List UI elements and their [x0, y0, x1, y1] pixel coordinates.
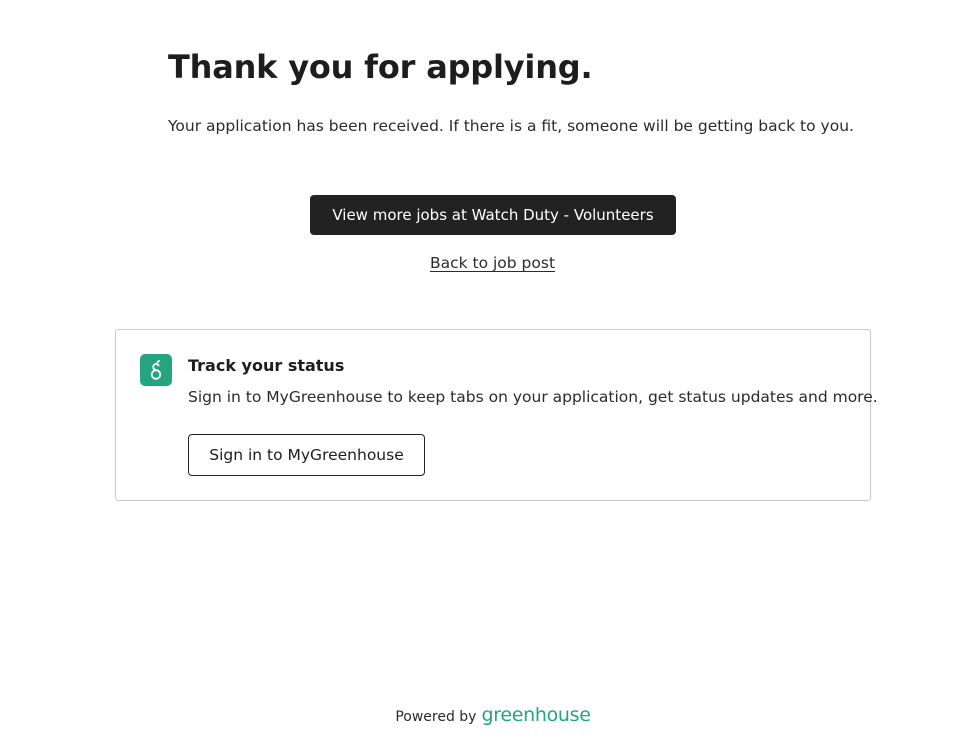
application-confirmation-page: Thank you for applying. Your application… — [0, 0, 971, 753]
footer: Powered by greenhouse — [0, 704, 971, 726]
confirmation-message: Your application has been received. If t… — [168, 117, 854, 135]
powered-by-label: Powered by — [395, 709, 477, 725]
greenhouse-logo-icon — [140, 354, 172, 386]
view-more-jobs-button[interactable]: View more jobs at Watch Duty - Volunteer… — [310, 195, 676, 235]
greenhouse-g-glyph — [150, 359, 162, 380]
track-status-title: Track your status — [188, 356, 345, 375]
back-to-job-post-link[interactable]: Back to job post — [430, 254, 555, 272]
greenhouse-footer-logo[interactable]: greenhouse — [481, 704, 590, 726]
page-title: Thank you for applying. — [168, 48, 593, 86]
back-link-container: Back to job post — [0, 253, 971, 272]
track-status-card: Track your status Sign in to MyGreenhous… — [115, 329, 878, 501]
track-status-description: Sign in to MyGreenhouse to keep tabs on … — [188, 388, 878, 406]
sign-in-mygreenhouse-button[interactable]: Sign in to MyGreenhouse — [188, 434, 425, 476]
